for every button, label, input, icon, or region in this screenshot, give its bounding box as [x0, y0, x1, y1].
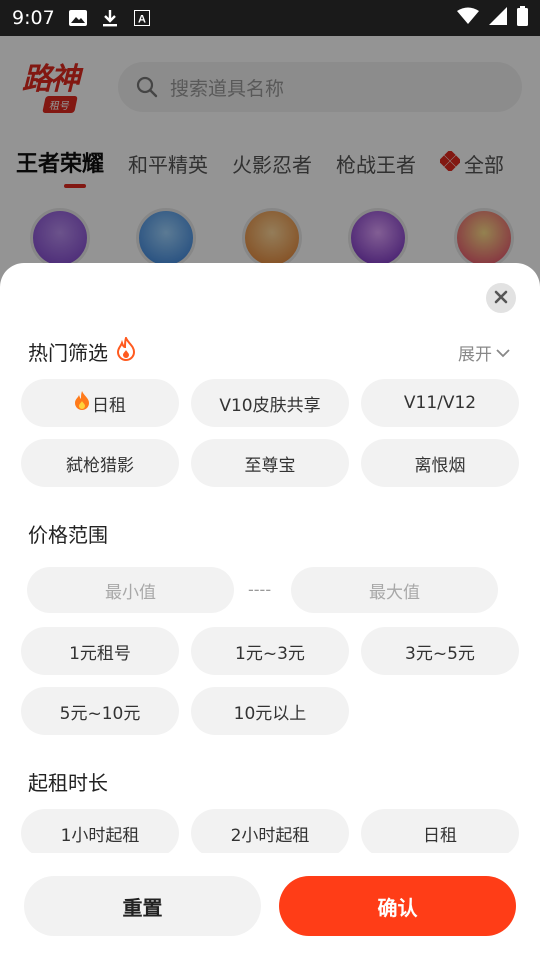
- range-separator: ----: [248, 580, 272, 599]
- font-a-icon: A: [133, 9, 151, 27]
- max-price-input[interactable]: 最大值: [291, 567, 498, 613]
- expand-toggle[interactable]: 展开: [458, 340, 510, 365]
- filter-sheet: 热门筛选 展开 日租 V10皮肤共享 V11/V12 弑枪猎影 至尊宝 离恨烟 …: [0, 263, 540, 960]
- fire-icon: [116, 335, 136, 366]
- chip-skin-3[interactable]: 离恨烟: [361, 439, 519, 487]
- chip-duration-2h[interactable]: 2小时起租: [191, 809, 349, 857]
- chip-price-1[interactable]: 1元租号: [21, 627, 179, 675]
- wifi-icon: [457, 7, 479, 29]
- chip-daily-rent[interactable]: 日租: [21, 379, 179, 427]
- chip-price-3-5[interactable]: 3元~5元: [361, 627, 519, 675]
- chip-skin-2[interactable]: 至尊宝: [191, 439, 349, 487]
- footer-cover: [0, 853, 540, 873]
- chevron-down-icon: [496, 343, 510, 363]
- chip-price-5-10[interactable]: 5元~10元: [21, 687, 179, 735]
- hot-filter-label: 热门筛选: [28, 341, 108, 365]
- min-price-input[interactable]: 最小值: [27, 567, 234, 613]
- cellular-icon: [489, 7, 507, 29]
- svg-text:A: A: [138, 14, 146, 26]
- close-button[interactable]: [486, 283, 516, 313]
- hot-filter-title: 热门筛选: [28, 335, 136, 366]
- status-time: 9:07: [12, 7, 55, 29]
- chip-v10-skin[interactable]: V10皮肤共享: [191, 379, 349, 427]
- chip-label: 日租: [92, 395, 126, 416]
- chip-price-1-3[interactable]: 1元~3元: [191, 627, 349, 675]
- chip-skin-1[interactable]: 弑枪猎影: [21, 439, 179, 487]
- chip-v11-v12[interactable]: V11/V12: [361, 379, 519, 427]
- download-icon: [101, 9, 119, 27]
- close-icon: [494, 289, 508, 308]
- duration-title: 起租时长: [28, 771, 108, 795]
- status-bar: 9:07 A: [0, 0, 540, 36]
- image-icon: [68, 9, 87, 27]
- confirm-button[interactable]: 确认: [279, 876, 516, 936]
- chip-price-10-plus[interactable]: 10元以上: [191, 687, 349, 735]
- reset-button[interactable]: 重置: [24, 876, 261, 936]
- chip-duration-daily[interactable]: 日租: [361, 809, 519, 857]
- fire-emoji-icon: [74, 390, 90, 416]
- battery-icon: [517, 6, 528, 30]
- chip-duration-1h[interactable]: 1小时起租: [21, 809, 179, 857]
- price-range-title: 价格范围: [28, 523, 108, 547]
- expand-label: 展开: [458, 345, 492, 365]
